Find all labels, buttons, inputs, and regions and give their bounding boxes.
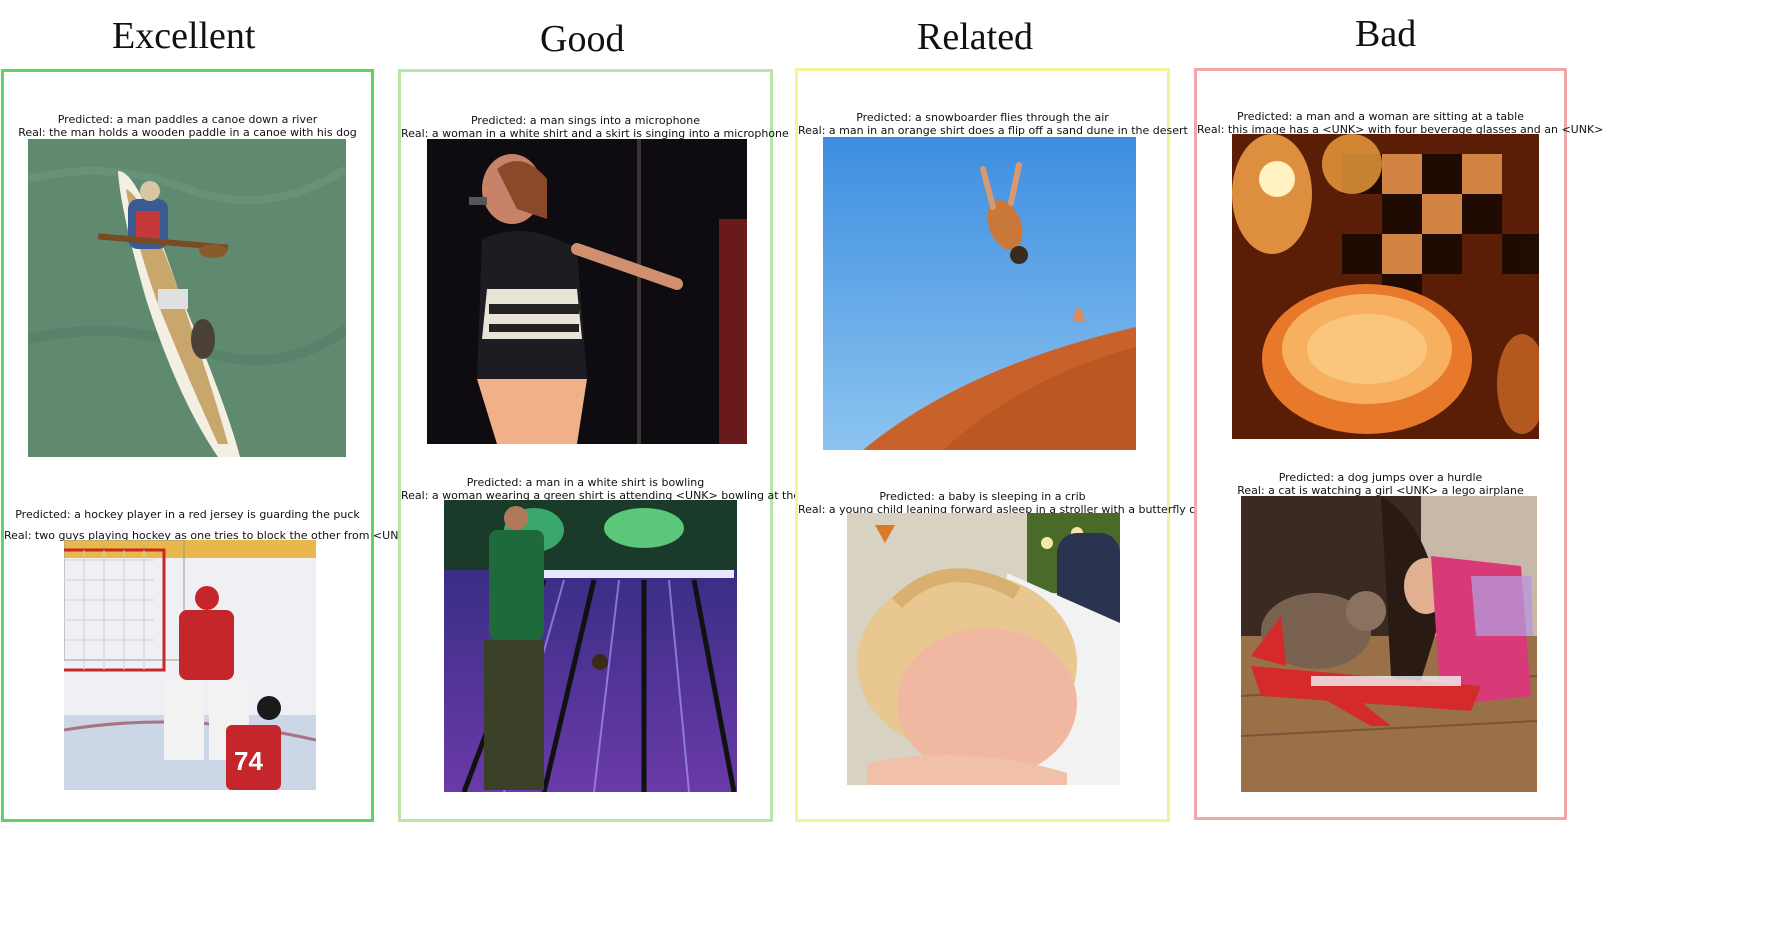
real-caption: Real: a man in an orange shirt does a fl… (798, 124, 1188, 137)
chess-glasses-photo (1232, 134, 1539, 439)
panel-related: Predicted: a snowboarder flies through t… (795, 68, 1263, 822)
sand-dune-photo (823, 137, 1136, 450)
panel-bad: Predicted: a man and a woman are sitting… (1194, 68, 1603, 820)
caption-pair: Predicted: a man and a woman are sitting… (1197, 110, 1603, 136)
panel-excellent: Predicted: a man paddles a canoe down a … (1, 69, 488, 822)
column-title-bad: Bad (1355, 13, 1417, 55)
sleeping-child-photo (847, 513, 1120, 785)
predicted-caption: Predicted: a snowboarder flies through t… (856, 111, 1109, 124)
predicted-caption: Predicted: a baby is sleeping in a crib (879, 490, 1086, 503)
panel-good: Predicted: a man sings into a microphone… (398, 69, 846, 822)
svg-text:74: 74 (234, 746, 263, 776)
hockey-photo: 74 (64, 540, 316, 790)
predicted-caption: Predicted: a man and a woman are sitting… (1237, 110, 1524, 123)
canoe-photo (28, 139, 346, 457)
column-title-good: Good (540, 18, 625, 60)
column-title-related: Related (917, 16, 1034, 58)
bowling-photo (444, 500, 737, 792)
caption-pair: Predicted: a dog jumps over a hurdle Rea… (1197, 471, 1564, 497)
column-title-excellent: Excellent (112, 15, 256, 57)
predicted-caption: Predicted: a hockey player in a red jers… (15, 508, 360, 521)
caption-pair: Predicted: a man in a white shirt is bow… (401, 476, 846, 502)
caption-pair: Predicted: a man paddles a canoe down a … (4, 113, 371, 139)
caption-pair: Predicted: a man sings into a microphone… (401, 114, 789, 140)
predicted-caption: Predicted: a dog jumps over a hurdle (1278, 471, 1483, 484)
predicted-caption: Predicted: a man sings into a microphone (470, 114, 701, 127)
predicted-caption: Predicted: a man paddles a canoe down a … (57, 113, 318, 126)
singer-photo (427, 139, 747, 444)
predicted-caption: Predicted: a man in a white shirt is bow… (466, 476, 705, 489)
caption-pair: Predicted: a hockey player in a red jers… (4, 508, 488, 542)
caption-pair: Predicted: a snowboarder flies through t… (798, 111, 1188, 137)
cat-airplane-photo (1241, 496, 1537, 792)
real-caption: Real: the man holds a wooden paddle in a… (18, 126, 357, 139)
